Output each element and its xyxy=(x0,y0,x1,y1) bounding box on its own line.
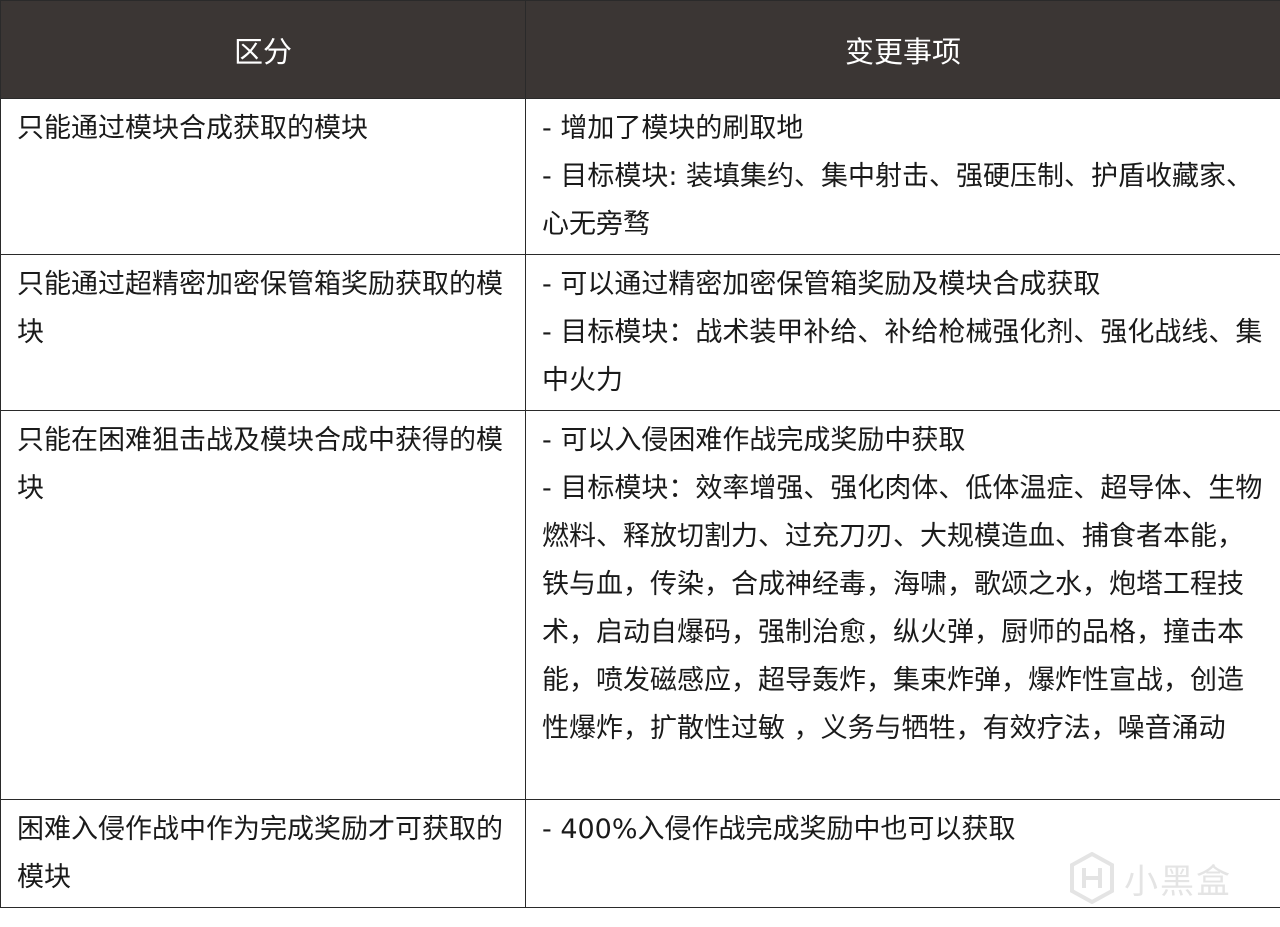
header-category: 区分 xyxy=(0,0,526,99)
category-cell: 困难入侵作战中作为完成奖励才可获取的模块 xyxy=(0,799,526,908)
change-line: - 增加了模块的刷取地 xyxy=(542,113,804,144)
watermark-text: 小黑盒 xyxy=(1124,861,1232,902)
change-line: - 目标模块：战术装甲补给、补给枪械强化剂、强化战线、集中火力 xyxy=(542,317,1263,396)
change-line: - 目标模块: 装填集约、集中射击、强硬压制、护盾收藏家、心无旁骛 xyxy=(542,161,1254,240)
change-line: - 目标模块：效率增强、强化肉体、低体温症、超导体、生物燃料、释放切割力、过充刀… xyxy=(542,473,1263,744)
change-line: - 可以入侵困难作战完成奖励中获取 xyxy=(542,425,966,456)
category-cell: 只能通过模块合成获取的模块 xyxy=(0,98,526,255)
header-row: 区分 变更事项 xyxy=(0,0,1280,99)
header-changes: 变更事项 xyxy=(525,0,1280,99)
change-table: 区分 变更事项 只能通过模块合成获取的模块 - 增加了模块的刷取地 - 目标模块… xyxy=(0,0,1280,908)
change-line: - 可以通过精密加密保管箱奖励及模块合成获取 xyxy=(542,269,1101,300)
table-row: 只能在困难狙击战及模块合成中获得的模块 - 可以入侵困难作战完成奖励中获取 - … xyxy=(0,410,1280,800)
heybox-logo-icon xyxy=(1068,852,1116,904)
watermark: 小黑盒 xyxy=(1068,852,1232,904)
changes-cell: - 可以入侵困难作战完成奖励中获取 - 目标模块：效率增强、强化肉体、低体温症、… xyxy=(525,410,1280,800)
table-row: 只能通过超精密加密保管箱奖励获取的模块 - 可以通过精密加密保管箱奖励及模块合成… xyxy=(0,254,1280,411)
change-line: - 400%入侵作战完成奖励中也可以获取 xyxy=(542,814,1016,845)
category-cell: 只能通过超精密加密保管箱奖励获取的模块 xyxy=(0,254,526,411)
changes-cell: - 增加了模块的刷取地 - 目标模块: 装填集约、集中射击、强硬压制、护盾收藏家… xyxy=(525,98,1280,255)
changes-cell: - 可以通过精密加密保管箱奖励及模块合成获取 - 目标模块：战术装甲补给、补给枪… xyxy=(525,254,1280,411)
table-row: 只能通过模块合成获取的模块 - 增加了模块的刷取地 - 目标模块: 装填集约、集… xyxy=(0,98,1280,255)
category-cell: 只能在困难狙击战及模块合成中获得的模块 xyxy=(0,410,526,800)
